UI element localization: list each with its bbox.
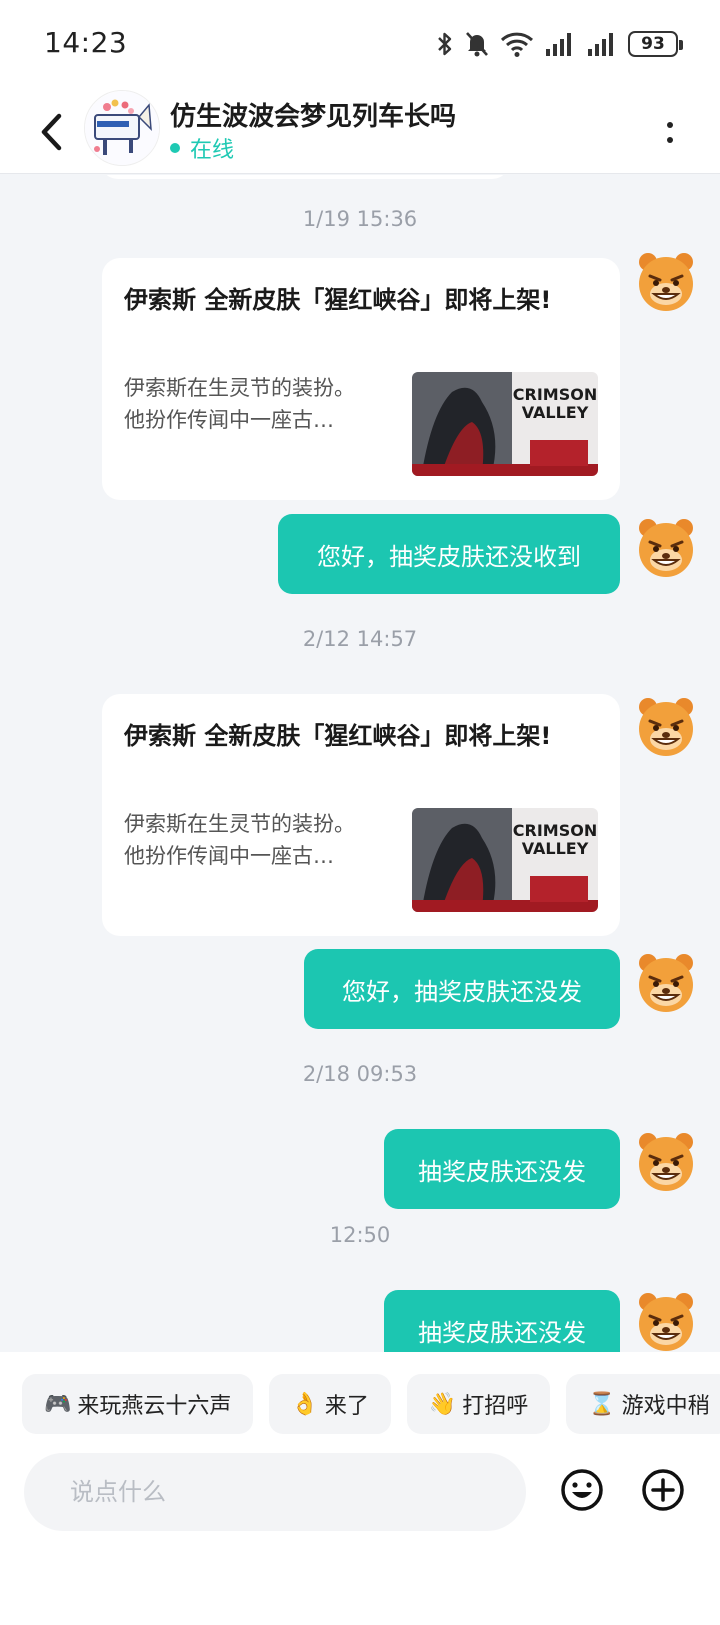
bot-avatar-bear-icon[interactable] [634,250,698,314]
quick-reply-label: 来了 [324,1394,369,1419]
chat-title: 仿生波波会梦见列车长吗 [170,102,457,132]
message-timestamp: 12:50 [329,1223,391,1247]
status-bar: 14:23 93 [0,0,720,90]
sent-message-bubble[interactable]: 抽奖皮肤还没发 [384,1129,620,1209]
crimson-valley-image: CRIMSON VALLEY [412,808,598,912]
back-button[interactable] [30,106,74,158]
signal-icon [546,33,571,56]
battery-level: 93 [641,34,665,54]
status-icons: 93 [436,28,683,60]
wifi-icon [500,32,534,57]
bot-avatar-bear-icon[interactable] [634,695,698,759]
svg-text:VALLEY: VALLEY [522,839,589,858]
message-input[interactable] [24,1453,526,1531]
waving-hand-icon: 👋 [428,1391,457,1417]
news-card-thumbnail[interactable]: CRIMSON VALLEY [412,372,598,476]
chevron-left-icon [41,113,62,151]
quick-reply-chip[interactable]: 🎮 来玩燕云十六声 [22,1374,254,1434]
crimson-valley-image: CRIMSON VALLEY [412,372,598,476]
more-vertical-icon [667,121,673,128]
mute-icon [466,32,488,57]
more-dot [667,136,673,143]
news-card[interactable]: 伊索斯 全新皮肤「猩红峡谷」即将上架! 伊索斯在生灵节的装扮。他扮作传闻中一座古… [102,694,620,936]
plus-circle-icon[interactable] [641,1468,685,1512]
quick-reply-label: 来玩燕云十六声 [77,1394,232,1419]
online-dot-icon [170,143,180,153]
news-card-title: 伊索斯 全新皮肤「猩红峡谷」即将上架! [124,722,552,750]
message-timestamp: 2/12 14:57 [302,627,418,651]
message-timestamp: 2/18 09:53 [302,1062,418,1086]
svg-text:CRIMSON: CRIMSON [513,385,597,404]
quick-reply-chip[interactable]: 👋 打招呼 [406,1374,551,1434]
chat-header: 仿生波波会梦见列车长吗 在线 [0,90,720,174]
news-card[interactable]: 伊索斯 全新皮肤「猩红峡谷」即将上架! 伊索斯在生灵节的装扮。他扮作传闻中一座古… [102,258,620,500]
message-timestamp: 1/19 15:36 [302,207,418,231]
news-card-desc: 伊索斯在生灵节的装扮。他扮作传闻中一座古… [124,812,355,868]
ok-hand-icon: 👌 [291,1391,319,1417]
hourglass-icon: ⌛ [588,1391,616,1417]
user-avatar-bear-icon[interactable] [634,1130,698,1194]
quick-reply-chip[interactable]: 👌 来了 [269,1374,391,1434]
user-avatar-bear-icon[interactable] [634,951,698,1015]
more-button[interactable] [660,112,680,152]
news-card-desc: 伊索斯在生灵节的装扮。他扮作传闻中一座古… [124,376,355,432]
group-avatar[interactable] [84,90,160,166]
online-status: 在线 [170,132,234,164]
online-status-text: 在线 [190,138,235,163]
status-time: 14:23 [44,26,128,59]
chat-messages[interactable]: 1/19 15:36 伊索斯 全新皮肤「猩红峡谷」即将上架! 伊索斯在生灵节的装… [0,175,720,1352]
svg-text:CRIMSON: CRIMSON [513,821,597,840]
piano-logo-icon [85,91,159,165]
news-card-thumbnail[interactable]: CRIMSON VALLEY [412,808,598,912]
emoji-smile-icon[interactable] [560,1468,604,1512]
user-avatar-bear-icon[interactable] [634,1290,698,1352]
game-controller-icon: 🎮 [44,1391,72,1417]
sent-message-bubble[interactable]: 您好，抽奖皮肤还没发 [304,949,620,1029]
previous-card-edge [100,175,510,179]
quick-reply-label: 游戏中稍 [621,1394,710,1419]
signal-icon [588,33,613,56]
quick-reply-chip[interactable]: ⌛ 游戏中稍 [566,1374,720,1434]
battery-icon: 93 [628,31,683,57]
user-avatar-bear-icon[interactable] [634,516,698,580]
bluetooth-icon [438,32,452,56]
sent-message-bubble[interactable]: 您好，抽奖皮肤还没收到 [278,514,620,594]
quick-reply-list: 🎮 来玩燕云十六声 👌 来了 👋 打招呼 ⌛ 游戏中稍 [22,1374,720,1434]
svg-text:VALLEY: VALLEY [522,403,589,422]
composer-area: 🎮 来玩燕云十六声 👌 来了 👋 打招呼 ⌛ 游戏中稍 [0,1352,720,1625]
news-card-title: 伊索斯 全新皮肤「猩红峡谷」即将上架! [124,286,552,314]
sent-message-bubble[interactable]: 抽奖皮肤还没发 [384,1290,620,1352]
quick-reply-label: 打招呼 [462,1394,529,1419]
